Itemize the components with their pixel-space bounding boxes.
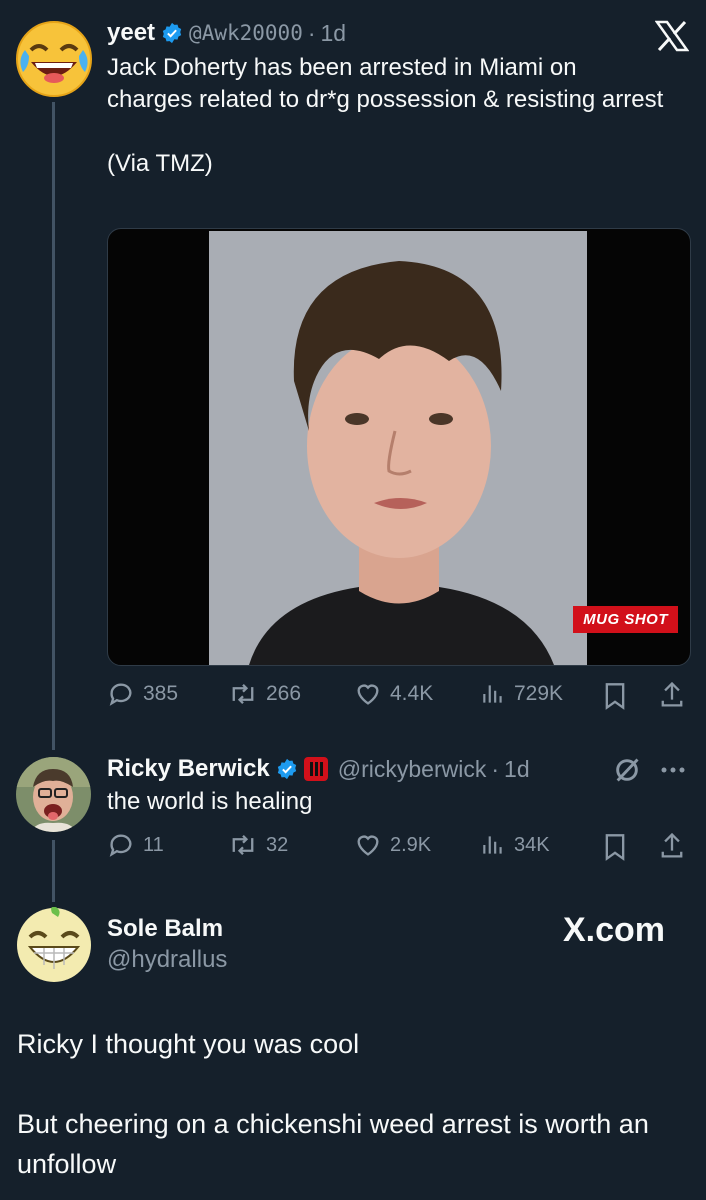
share-icon[interactable] (658, 831, 686, 861)
mugshot-photo (209, 231, 587, 665)
x-logo-icon[interactable] (655, 20, 689, 52)
avatar-yeet[interactable] (15, 20, 93, 98)
reply-count: 11 (143, 833, 164, 856)
repost-count: 32 (266, 833, 289, 856)
avatar-sole-balm[interactable] (16, 907, 92, 983)
tweet-text: Ricky I thought you was cool But cheerin… (17, 1029, 649, 1179)
author-name[interactable]: Ricky Berwick (107, 755, 270, 783)
verified-icon (277, 758, 296, 780)
repost-icon (232, 834, 254, 856)
repost-button[interactable]: 32 (228, 831, 288, 859)
mug-shot-badge: MUG SHOT (573, 606, 678, 633)
like-button[interactable]: 2.9K (354, 831, 431, 859)
reply-button[interactable]: 11 (107, 831, 164, 859)
author-handle[interactable]: @rickyberwick (338, 756, 487, 783)
views-icon (483, 685, 502, 703)
views-count: 729K (514, 682, 564, 705)
more-icon[interactable] (660, 766, 686, 774)
views-button[interactable]: 34K (480, 831, 550, 859)
affiliate-badge-icon (303, 757, 328, 781)
views-icon (483, 836, 502, 854)
avatar-ricky[interactable] (16, 757, 91, 832)
bookmark-icon[interactable] (603, 682, 627, 710)
like-count: 4.4K (390, 682, 434, 705)
separator-dot: · (491, 755, 500, 782)
bookmark-icon[interactable] (603, 833, 627, 861)
reply-count: 385 (143, 682, 179, 705)
repost-button[interactable]: 266 (228, 680, 301, 708)
like-icon (357, 835, 379, 856)
verified-icon (162, 22, 182, 44)
grok-icon[interactable] (613, 756, 641, 784)
timestamp[interactable]: 1d (504, 756, 530, 783)
watermark-logo: X.com (563, 911, 666, 949)
like-count: 2.9K (390, 833, 432, 856)
repost-icon (232, 683, 254, 705)
repost-count: 266 (266, 682, 302, 705)
like-button[interactable]: 4.4K (354, 680, 433, 708)
thread-line (52, 102, 55, 750)
views-button[interactable]: 729K (480, 680, 563, 708)
like-icon (357, 684, 379, 705)
reply-icon (109, 683, 132, 706)
share-icon[interactable] (658, 680, 686, 710)
tweet-text: the world is healing (107, 788, 313, 815)
author-handle[interactable]: @Awk20000 (189, 21, 303, 45)
author-handle[interactable]: @hydrallus (107, 946, 227, 974)
tweet-text: Jack Doherty has been arrested in Miami … (107, 54, 664, 177)
tweet-media[interactable]: MUG SHOT (107, 228, 691, 666)
reply-icon (109, 834, 132, 857)
separator-dot: · (307, 19, 316, 46)
author-name[interactable]: yeet (107, 19, 155, 47)
author-name[interactable]: Sole Balm (107, 915, 223, 943)
thread-line (52, 840, 55, 902)
timestamp[interactable]: 1d (321, 20, 347, 47)
reply-button[interactable]: 385 (107, 680, 178, 708)
views-count: 34K (514, 833, 550, 856)
